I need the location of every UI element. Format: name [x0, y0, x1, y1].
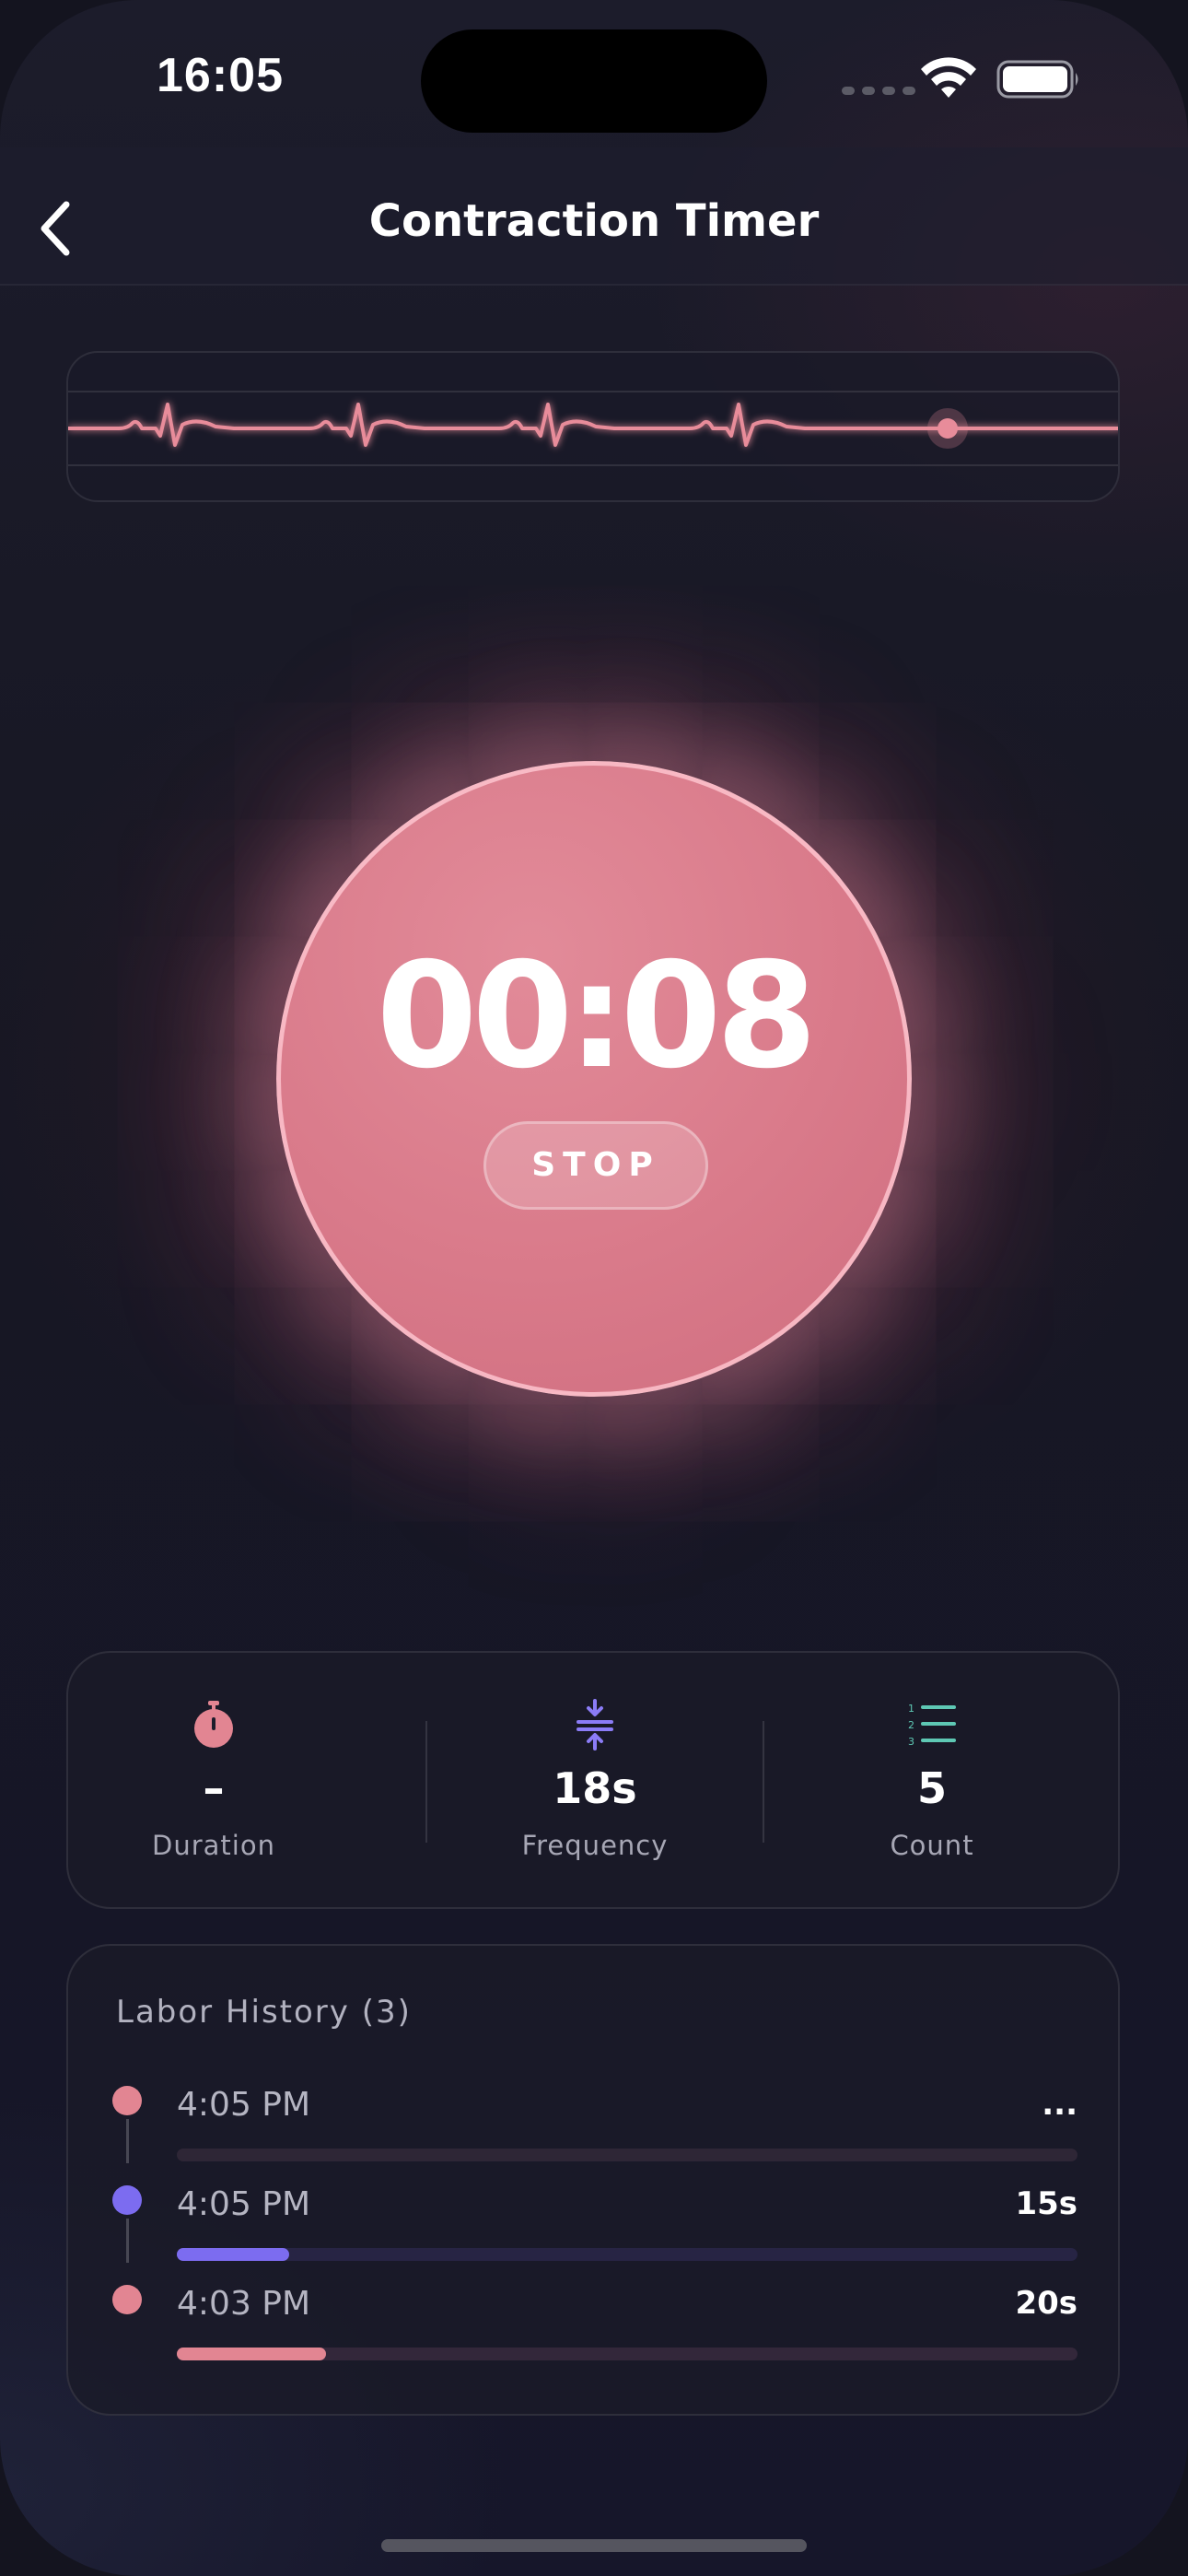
history-progress-track — [177, 2149, 1077, 2161]
stat-label: Frequency — [521, 1830, 669, 1861]
history-progress-fill — [177, 2248, 290, 2261]
stats-card: – Duration 18s Frequency 1 2 3 5 Count — [66, 1651, 1120, 1909]
history-duration: 20s — [1015, 2285, 1077, 2322]
contraction-monitor — [66, 351, 1120, 502]
history-time: 4:05 PM — [177, 2086, 311, 2124]
stat-label: Count — [890, 1830, 974, 1861]
status-time: 16:05 — [157, 49, 284, 102]
timeline-connector — [126, 2219, 129, 2263]
svg-text:1: 1 — [908, 1703, 914, 1715]
history-time: 4:05 PM — [177, 2185, 311, 2223]
history-dot — [112, 2185, 142, 2215]
stopwatch-icon — [194, 1701, 233, 1748]
stat-divider — [425, 1721, 427, 1843]
history-progress-fill — [177, 2348, 327, 2360]
timer-value: 00:08 — [376, 931, 818, 1101]
page-title: Contraction Timer — [368, 195, 820, 247]
stat-count: 1 2 3 5 Count — [794, 1653, 1070, 1911]
stat-duration: – Duration — [76, 1653, 352, 1911]
dynamic-island — [421, 29, 767, 133]
history-progress-track — [177, 2348, 1077, 2360]
timeline-connector — [126, 2119, 129, 2163]
history-row[interactable]: 4:05 PM ... — [68, 2066, 1122, 2163]
history-row[interactable]: 4:05 PM 15s — [68, 2165, 1122, 2263]
numbered-list-icon: 1 2 3 — [908, 1703, 956, 1748]
svg-text:2: 2 — [908, 1719, 914, 1731]
screen: 16:05 Contraction Timer 00:08 STOP – Dur… — [0, 0, 1188, 2576]
home-indicator[interactable] — [381, 2539, 807, 2552]
history-progress-track — [177, 2248, 1077, 2261]
battery-icon — [996, 60, 1078, 99]
history-time: 4:03 PM — [177, 2285, 311, 2323]
stat-value: – — [203, 1763, 225, 1813]
stat-frequency: 18s Frequency — [457, 1653, 733, 1911]
nav-bar: Contraction Timer — [0, 147, 1188, 286]
stat-label: Duration — [152, 1830, 275, 1861]
history-duration: ... — [1042, 2086, 1077, 2123]
wifi-icon — [921, 57, 976, 98]
compress-icon — [577, 1699, 613, 1751]
timer-button[interactable]: 00:08 STOP — [276, 761, 912, 1397]
labor-history-card: Labor History (3) 4:05 PM ... 4:05 PM 15… — [66, 1944, 1120, 2416]
svg-text:3: 3 — [908, 1736, 914, 1748]
monitor-cursor-dot — [938, 418, 958, 439]
stat-divider — [763, 1721, 764, 1843]
stat-value: 5 — [916, 1763, 947, 1813]
cellular-dots-icon — [842, 87, 915, 95]
stat-value: 18s — [553, 1763, 637, 1813]
stop-button[interactable]: STOP — [483, 1121, 708, 1210]
monitor-graph — [68, 391, 1118, 466]
history-row[interactable]: 4:03 PM 20s — [68, 2265, 1122, 2360]
history-dot — [112, 2285, 142, 2314]
history-duration: 15s — [1015, 2185, 1077, 2222]
history-dot — [112, 2086, 142, 2115]
history-title: Labor History (3) — [116, 1994, 412, 2031]
